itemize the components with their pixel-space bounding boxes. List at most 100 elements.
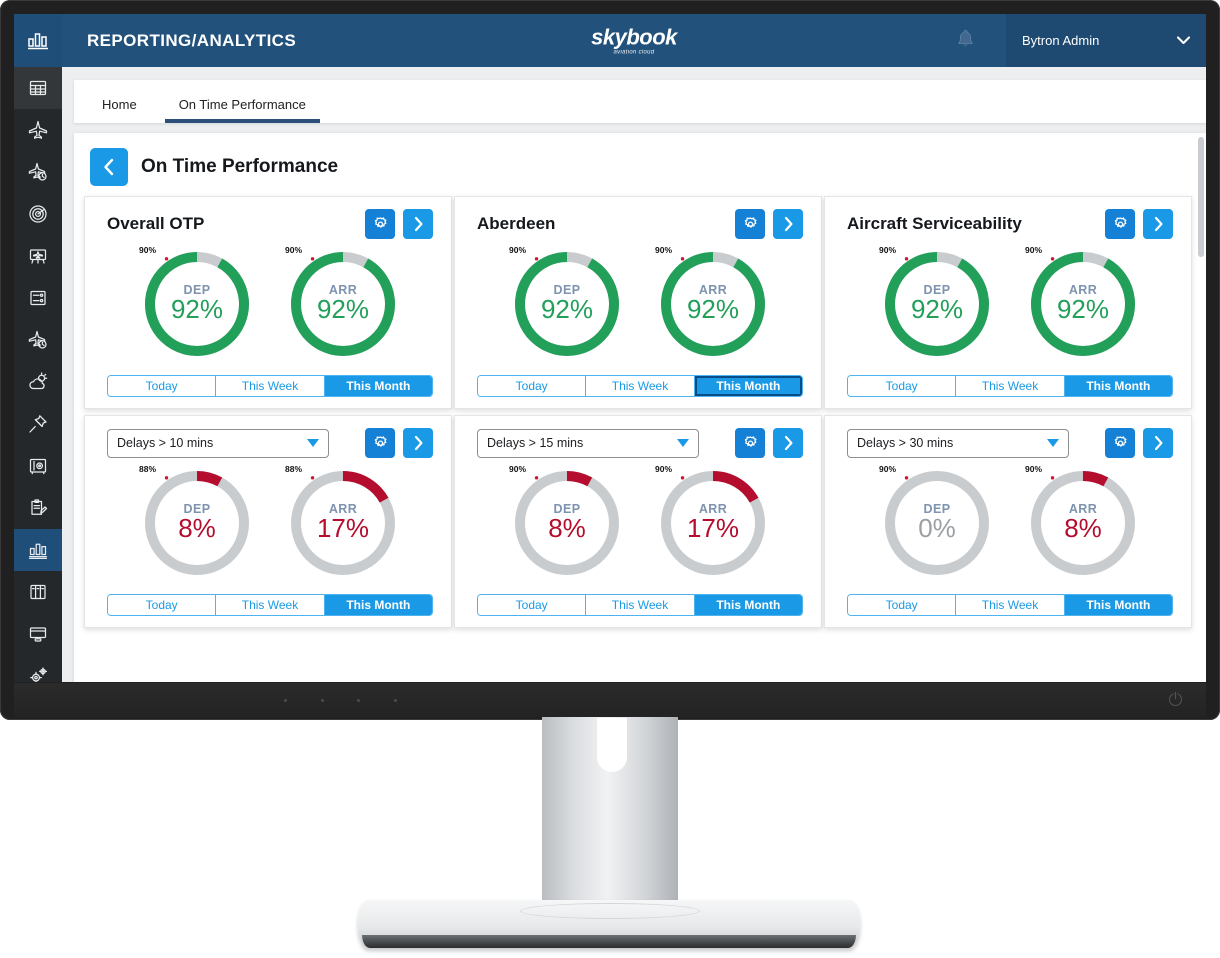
period-option-this-month[interactable]: This Month <box>324 376 432 396</box>
sidebar-item-radar[interactable] <box>14 193 62 235</box>
bell-icon <box>958 29 973 46</box>
card-actions <box>365 209 433 239</box>
card-settings-button[interactable] <box>735 428 765 458</box>
period-option-this-week[interactable]: This Week <box>956 595 1065 615</box>
card-settings-button[interactable] <box>1105 209 1135 239</box>
user-name: Bytron Admin <box>1022 33 1100 48</box>
user-menu[interactable]: Bytron Admin <box>1006 14 1206 67</box>
sidebar-item-airplane-board[interactable] <box>14 235 62 277</box>
window-icon <box>29 627 47 642</box>
back-button[interactable] <box>90 148 128 186</box>
gauge-threshold-label: 90% <box>509 245 527 255</box>
delay-threshold-select[interactable]: Delays > 30 mins <box>847 428 1069 458</box>
app-title: REPORTING/ANALYTICS <box>87 30 297 50</box>
clipboard-edit-icon <box>31 499 48 515</box>
sidebar-item-weather[interactable] <box>14 361 62 403</box>
period-option-this-week[interactable]: This Week <box>216 376 325 396</box>
delay-threshold-select[interactable]: Delays > 10 mins <box>107 428 329 458</box>
card-header: Delays > 30 mins <box>847 428 1173 458</box>
period-option-today[interactable]: Today <box>108 376 217 396</box>
card-next-button[interactable] <box>1143 428 1173 458</box>
gear-icon <box>1114 216 1126 228</box>
card-settings-button[interactable] <box>365 428 395 458</box>
gear-icon <box>1114 435 1126 447</box>
sidebar-logo[interactable] <box>14 14 62 67</box>
sidebar-item-pushpin[interactable] <box>14 403 62 445</box>
period-option-this-month[interactable]: This Month <box>1064 595 1172 615</box>
card-header: Aircraft Serviceability <box>847 209 1173 239</box>
card-actions <box>1105 209 1173 239</box>
weather-icon <box>29 372 48 390</box>
chevron-left-icon <box>104 158 114 176</box>
card-settings-button[interactable] <box>735 209 765 239</box>
gears-icon <box>30 667 48 682</box>
top-bar: REPORTING/ANALYTICS skybook aviation clo… <box>62 14 1206 67</box>
books-icon <box>30 584 46 600</box>
period-option-today[interactable]: Today <box>848 376 957 396</box>
period-option-this-month[interactable]: This Month <box>694 376 802 396</box>
sidebar-item-airplane-clock-2[interactable] <box>14 319 62 361</box>
gauge-threshold-label: 88% <box>285 464 303 474</box>
sidebar-item-gears[interactable] <box>14 655 62 682</box>
gauge-row: 90% DEP 8% 90% ARR 17% <box>477 464 803 582</box>
brand-logo: skybook aviation cloud <box>591 26 677 56</box>
sidebar-item-safe[interactable] <box>14 445 62 487</box>
tab-strip: Home On Time Performance <box>74 80 1206 123</box>
sidebar-item-bar-chart[interactable] <box>14 529 62 571</box>
period-option-today[interactable]: Today <box>478 595 587 615</box>
sidebar-item-clipboard-edit[interactable] <box>14 487 62 529</box>
period-option-this-week[interactable]: This Week <box>956 376 1065 396</box>
gauge-arr: 90% ARR 92% <box>1024 245 1142 363</box>
monitor-chin <box>14 683 1206 717</box>
period-option-this-month[interactable]: This Month <box>694 595 802 615</box>
bezel-dot <box>284 699 287 702</box>
gauge-row: 90% DEP 92% 90% ARR 92% <box>847 245 1173 363</box>
power-icon[interactable] <box>1169 692 1182 706</box>
period-option-today[interactable]: Today <box>848 595 957 615</box>
period-option-this-week[interactable]: This Week <box>586 376 695 396</box>
sidebar-item-window[interactable] <box>14 613 62 655</box>
period-option-this-week[interactable]: This Week <box>216 595 325 615</box>
gauge-arr: 88% ARR 17% <box>284 464 402 582</box>
period-option-this-month[interactable]: This Month <box>324 595 432 615</box>
delay-threshold-select[interactable]: Delays > 15 mins <box>477 428 699 458</box>
card-next-button[interactable] <box>403 428 433 458</box>
tab-home[interactable]: Home <box>88 97 151 123</box>
chevron-right-icon <box>1154 435 1162 451</box>
card-next-button[interactable] <box>773 209 803 239</box>
otp-card-delays-15: Delays > 15 mins 90% DEP 8% 90% ARR 17% Today Th… <box>454 415 822 628</box>
sidebar-item-grid[interactable] <box>14 67 62 109</box>
sidebar-item-list-panel[interactable] <box>14 277 62 319</box>
period-option-today[interactable]: Today <box>478 376 587 396</box>
card-settings-button[interactable] <box>1105 428 1135 458</box>
card-actions <box>735 428 803 458</box>
sidebar-item-airplane[interactable] <box>14 109 62 151</box>
card-next-button[interactable] <box>403 209 433 239</box>
gauge-dep: 88% DEP 8% <box>138 464 256 582</box>
period-option-this-month[interactable]: This Month <box>1064 376 1172 396</box>
airplane-icon <box>28 120 48 139</box>
gauge-threshold-label: 90% <box>285 245 303 255</box>
screen: REPORTING/ANALYTICS skybook aviation clo… <box>14 14 1206 682</box>
card-settings-button[interactable] <box>365 209 395 239</box>
gauge-threshold-label: 90% <box>655 245 673 255</box>
grid-icon <box>29 80 47 96</box>
notifications-button[interactable] <box>957 29 974 53</box>
card-title: Overall OTP <box>107 214 205 233</box>
card-next-button[interactable] <box>773 428 803 458</box>
gauge-row: 90% DEP 92% 90% ARR 92% <box>107 245 433 363</box>
period-option-this-week[interactable]: This Week <box>586 595 695 615</box>
sidebar-item-airplane-clock[interactable] <box>14 151 62 193</box>
gauge-dep: 90% DEP 92% <box>878 245 996 363</box>
tab-on-time-performance[interactable]: On Time Performance <box>164 97 320 123</box>
panel-scrollbar[interactable] <box>1198 137 1204 257</box>
list-panel-icon <box>30 290 46 306</box>
gauge-dep: 90% DEP 92% <box>508 245 626 363</box>
gauge-row: 90% DEP 92% 90% ARR 92% <box>477 245 803 363</box>
card-next-button[interactable] <box>1143 209 1173 239</box>
airplane-board-icon <box>29 249 47 264</box>
sidebar-item-books[interactable] <box>14 571 62 613</box>
period-option-today[interactable]: Today <box>108 595 217 615</box>
chevron-right-icon <box>414 216 422 232</box>
brand-tagline: aviation cloud <box>613 49 655 55</box>
